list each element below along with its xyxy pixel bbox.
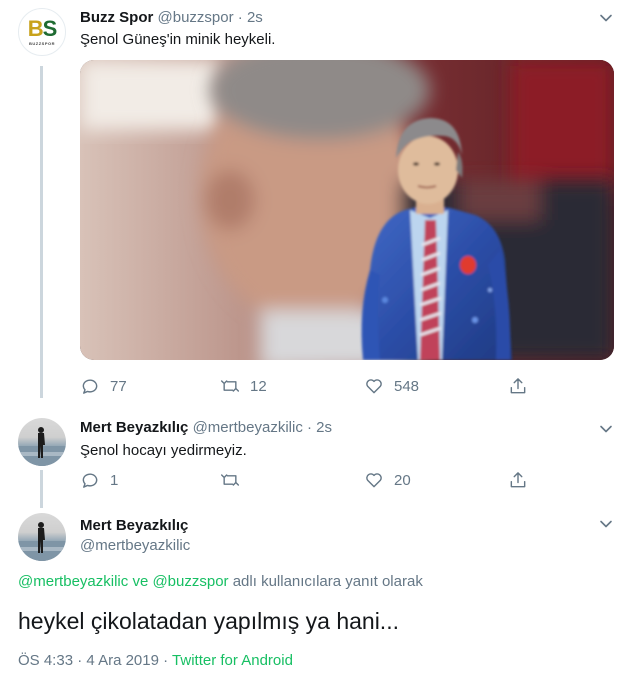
heart-icon	[366, 473, 382, 488]
tweet-header: Buzz Spor @buzzspor · 2s	[80, 8, 263, 28]
display-name[interactable]: Mert Beyazkılıç	[80, 419, 188, 436]
figurine-photo	[80, 60, 614, 360]
reply-count: 77	[110, 377, 127, 395]
user-handle[interactable]: @buzzspor	[158, 9, 234, 26]
thread-connector-line	[40, 470, 43, 508]
share-icon	[510, 472, 526, 488]
avatar[interactable]: BS BUZZSPOR	[18, 8, 66, 56]
avatar-logo: BS	[27, 16, 58, 41]
separator-dot: ·	[237, 9, 243, 26]
replying-to-line: @mertbeyazkilic ve @buzzspor adlı kullan…	[18, 572, 423, 592]
like-count: 20	[394, 471, 411, 489]
tweet-time[interactable]: ÖS 4:33	[18, 652, 73, 669]
display-name[interactable]: Buzz Spor	[80, 9, 153, 26]
avatar[interactable]	[18, 418, 66, 466]
separator-dot: ·	[307, 419, 312, 436]
heart-icon	[366, 379, 382, 394]
like-button[interactable]: 20	[364, 470, 411, 490]
reply-icon	[82, 473, 98, 488]
tweet-timestamp[interactable]: 2s	[247, 9, 263, 26]
separator-dot: ·	[77, 652, 83, 669]
reply-suffix: adlı kullanıcılara yanıt olarak	[232, 573, 423, 590]
tweet-date[interactable]: 4 Ara 2019	[86, 652, 159, 669]
retweet-count: 12	[250, 377, 267, 395]
reply-icon	[82, 379, 98, 394]
retweet-icon	[220, 474, 240, 486]
separator-dot: ·	[163, 652, 169, 669]
tweet-text: Şenol hocayı yedirmeyiz.	[80, 442, 247, 459]
tweet-timestamp[interactable]: 2s	[316, 419, 332, 436]
tweet-text: Şenol Güneş'in minik heykeli.	[80, 31, 276, 48]
reply-mention-user1[interactable]: @mertbeyazkilic	[18, 573, 128, 590]
retweet-icon	[220, 380, 240, 392]
chevron-down-icon[interactable]	[598, 10, 614, 26]
retweet-button[interactable]: 12	[220, 376, 267, 396]
thread-connector-line	[40, 66, 43, 398]
user-handle[interactable]: @mertbeyazkilic	[193, 419, 303, 436]
tweet-meta: ÖS 4:33 · 4 Ara 2019 · Twitter for Andro…	[18, 651, 293, 671]
chevron-down-icon[interactable]	[598, 421, 614, 437]
reply-count: 1	[110, 471, 119, 489]
share-button[interactable]	[508, 376, 528, 396]
share-icon	[510, 378, 526, 394]
like-count: 548	[394, 377, 420, 395]
display-name[interactable]: Mert Beyazkılıç	[80, 516, 188, 536]
user-handle-text: @mertbeyazkilic	[80, 537, 191, 554]
reply-mention-user2[interactable]: @buzzspor	[152, 573, 228, 590]
like-button[interactable]: 548	[364, 376, 419, 396]
person-silhouette	[18, 427, 66, 466]
tweet-text: heykel çikolatadan yapılmış ya hani...	[18, 608, 399, 634]
reply-joiner: ve	[132, 573, 149, 590]
retweet-button[interactable]	[220, 470, 250, 490]
reply-button[interactable]: 1	[80, 470, 118, 490]
tweet-media-image[interactable]	[80, 60, 614, 360]
avatar[interactable]	[18, 513, 66, 561]
tweet-source-link[interactable]: Twitter for Android	[172, 652, 293, 669]
user-handle[interactable]: @mertbeyazkilic	[80, 536, 190, 556]
share-button[interactable]	[508, 470, 528, 490]
tweet-header: Mert Beyazkılıç @mertbeyazkilic · 2s	[80, 418, 332, 438]
display-name-text: Mert Beyazkılıç	[80, 517, 189, 534]
chevron-down-icon[interactable]	[598, 516, 614, 532]
person-silhouette	[18, 522, 66, 561]
avatar-caption: BUZZSPOR	[29, 41, 55, 46]
reply-button[interactable]: 77	[80, 376, 127, 396]
